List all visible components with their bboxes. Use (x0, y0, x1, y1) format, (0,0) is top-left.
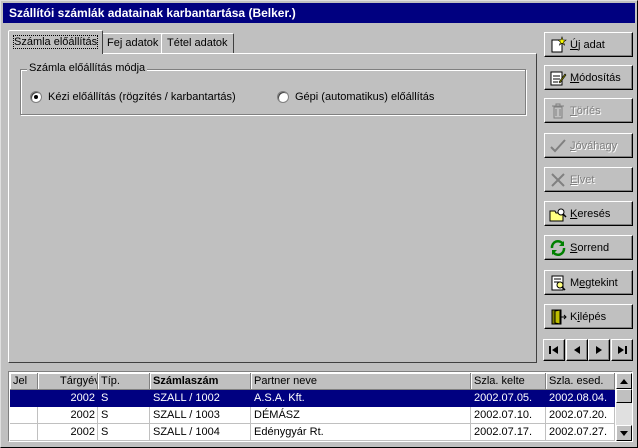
tab-szamla-eloallitas[interactable]: Számla előállítás (8, 30, 104, 54)
cell-type: S (98, 390, 150, 407)
tab-fej-adatok[interactable]: Fej adatok (101, 33, 165, 53)
cell-jel (10, 424, 38, 441)
invoice-grid[interactable]: Jel Tárgyév Típ. Számlaszám Partner neve… (8, 371, 633, 442)
new-record-icon (549, 35, 567, 54)
radio-button-checked[interactable] (30, 91, 42, 103)
prev-record-button[interactable] (566, 339, 588, 361)
search-button[interactable]: Keresés (544, 201, 633, 226)
cell-jel (10, 407, 38, 424)
button-label: Törlés (570, 104, 601, 117)
column-header-esed[interactable]: Szla. esed. (546, 373, 615, 390)
cross-icon (549, 171, 567, 189)
delete-record-button[interactable]: Törlés (544, 98, 633, 123)
preview-page-icon (549, 274, 567, 292)
main-window: Szállítói számlák adatainak karbantartás… (0, 0, 638, 448)
tab-label: Tétel adatok (167, 37, 228, 49)
cell-number: SZALL / 1003 (150, 407, 251, 424)
last-record-icon (618, 346, 627, 354)
arrow-up-icon (620, 378, 628, 384)
column-header-szamlaszam[interactable]: Számlaszám (150, 373, 251, 390)
first-record-button[interactable] (543, 339, 565, 361)
button-label: Új adat (570, 38, 605, 51)
tab-panel: Számla előállítás módja Kézi előállítás … (8, 53, 537, 363)
radio-button-unchecked[interactable] (277, 91, 289, 103)
exit-door-icon (549, 308, 567, 326)
cell-jel (10, 390, 38, 407)
prev-record-icon (574, 346, 580, 354)
checkmark-icon (549, 137, 567, 155)
last-record-button[interactable] (611, 339, 633, 361)
cell-due: 2002.07.20. (546, 407, 615, 424)
refresh-arrows-icon (549, 239, 567, 257)
new-record-button[interactable]: Új adat (544, 32, 633, 57)
cell-issued: 2002.07.10. (471, 407, 546, 424)
tab-label: Fej adatok (107, 37, 159, 49)
scroll-down-button[interactable] (616, 425, 632, 441)
cell-type: S (98, 407, 150, 424)
button-label: Kilépés (570, 310, 607, 323)
button-label: Megtekint (570, 276, 618, 289)
button-label: Jóváhagy (570, 139, 618, 152)
edit-record-icon (549, 69, 567, 87)
edit-record-button[interactable]: Módosítás (544, 65, 633, 90)
column-header-targyev[interactable]: Tárgyév (38, 373, 98, 390)
preview-button[interactable]: Megtekint (544, 270, 633, 295)
cell-year: 2002 (38, 390, 98, 407)
cell-due: 2002.07.27. (546, 424, 615, 441)
cell-issued: 2002.07.05. (471, 390, 546, 407)
table-row[interactable]: 2002 S SZALL / 1004 Edénygyár Rt. 2002.0… (10, 424, 615, 441)
first-record-icon (549, 346, 558, 354)
column-header-partner[interactable]: Partner neve (251, 373, 471, 390)
groupbox-title: Számla előállítás módja (27, 62, 148, 74)
exit-button[interactable]: Kilépés (544, 304, 633, 329)
radio-automatic[interactable]: Gépi (automatikus) előállítás (277, 90, 434, 104)
arrow-down-icon (620, 430, 628, 436)
search-folder-icon (549, 205, 567, 223)
radio-label: Gépi (automatikus) előállítás (295, 91, 435, 103)
sort-button[interactable]: Sorrend (544, 235, 633, 260)
next-record-button[interactable] (588, 339, 610, 361)
scroll-thumb[interactable] (616, 389, 632, 403)
mode-groupbox: Számla előállítás módja Kézi előállítás … (20, 62, 526, 115)
cell-type: S (98, 424, 150, 441)
cell-partner: Edénygyár Rt. (251, 424, 471, 441)
reject-button[interactable]: Elvet (544, 167, 633, 192)
radio-label: Kézi előállítás (rögzítés / karbantartás… (48, 91, 236, 103)
button-label: Módosítás (570, 71, 621, 84)
button-label: Keresés (570, 207, 611, 220)
cell-number: SZALL / 1002 (150, 390, 251, 407)
tab-label: Számla előállítás (12, 35, 99, 49)
button-label: Elvet (570, 173, 595, 186)
cell-partner: DÉMÁSZ (251, 407, 471, 424)
cell-year: 2002 (38, 424, 98, 441)
approve-button[interactable]: Jóváhagy (544, 133, 633, 158)
tab-tetel-adatok[interactable]: Tétel adatok (161, 33, 234, 53)
button-label: Sorrend (570, 241, 610, 254)
trash-icon (549, 102, 567, 120)
cell-issued: 2002.07.17. (471, 424, 546, 441)
column-header-kelte[interactable]: Szla. kelte (471, 373, 546, 390)
table-row[interactable]: 2002 S SZALL / 1002 A.S.A. Kft. 2002.07.… (10, 390, 615, 407)
radio-manual[interactable]: Kézi előállítás (rögzítés / karbantartás… (30, 90, 236, 104)
cell-year: 2002 (38, 407, 98, 424)
vertical-scrollbar[interactable] (616, 373, 632, 441)
cell-due: 2002.08.04. (546, 390, 615, 407)
column-header-jel[interactable]: Jel (10, 373, 38, 390)
window-title: Szállítói számlák adatainak karbantartás… (3, 3, 635, 23)
table-row[interactable]: 2002 S SZALL / 1003 DÉMÁSZ 2002.07.10. 2… (10, 407, 615, 424)
cell-partner: A.S.A. Kft. (251, 390, 471, 407)
next-record-icon (596, 346, 602, 354)
scroll-up-button[interactable] (616, 373, 632, 389)
column-header-tip[interactable]: Típ. (98, 373, 150, 390)
cell-number: SZALL / 1004 (150, 424, 251, 441)
